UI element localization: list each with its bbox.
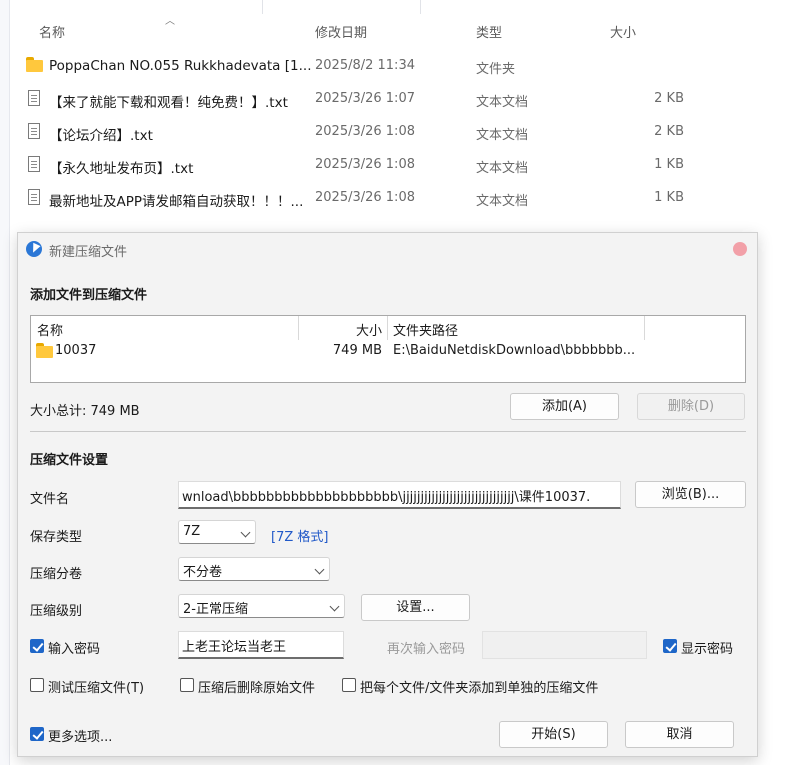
separate-archives-label[interactable]: 把每个文件/文件夹添加到单独的压缩文件 [360,677,598,696]
file-date: 2025/3/26 1:08 [315,157,415,172]
file-size: 2 KB [654,124,684,139]
save-type-value: 7Z [183,524,201,539]
text-file-icon [26,156,44,172]
file-name: 【永久地址发布页】.txt [49,161,194,177]
text-file-icon [26,189,44,205]
bandizip-app-icon [26,241,42,257]
file-date: 2025/3/26 1:07 [315,91,415,106]
navigation-pane-edge [0,0,10,765]
file-row[interactable]: PoppaChan NO.055 Rukkhadevata [1... 2025… [26,49,786,82]
delete-after-checkbox[interactable] [180,678,194,692]
level-label: 压缩级别 [30,604,83,619]
reenter-password-label: 再次输入密码 [387,642,466,657]
split-select[interactable]: 不分卷 [178,557,330,581]
delete-button[interactable]: 删除(D) [637,393,745,420]
file-date: 2025/3/26 1:08 [315,190,415,205]
sort-ascending-icon: ︿ [165,16,175,27]
show-password-label[interactable]: 显示密码 [681,638,733,657]
split-label: 压缩分卷 [30,567,83,582]
chevron-down-icon [329,601,340,612]
list-header-path[interactable]: 文件夹路径 [393,320,458,339]
total-size-label: 大小总计: 749 MB [30,404,140,419]
delete-after-label[interactable]: 压缩后删除原始文件 [198,677,315,696]
file-type: 文本文档 [476,95,529,110]
add-button[interactable]: 添加(A) [510,393,619,420]
file-type: 文本文档 [476,128,529,143]
test-archive-label[interactable]: 测试压缩文件(T) [48,677,144,696]
file-name: PoppaChan NO.055 Rukkhadevata [1... [49,58,312,74]
level-value: 2-正常压缩 [183,602,248,617]
chevron-down-icon [240,527,251,538]
close-icon[interactable] [733,242,747,256]
start-button[interactable]: 开始(S) [499,721,608,748]
file-date: 2025/3/26 1:08 [315,124,415,139]
test-archive-checkbox[interactable] [30,678,44,692]
column-header-date[interactable]: 修改日期 [315,22,367,41]
new-archive-dialog: 新建压缩文件 添加文件到压缩文件 名称 大小 文件夹路径 10037 749 M… [17,232,758,757]
separate-archives-checkbox[interactable] [342,678,356,692]
save-type-label: 保存类型 [30,530,83,545]
filename-input[interactable]: wnload\bbbbbbbbbbbbbbbbbbbb\jjjjjjjjjjjj… [178,481,621,509]
password-label[interactable]: 输入密码 [48,638,100,657]
file-type: 文本文档 [476,194,529,209]
list-item-name: 10037 [55,343,97,358]
file-size: 1 KB [654,157,684,172]
file-name: 最新地址及APP请发邮箱自动获取！！！... [49,194,304,210]
file-name: 【论坛介绍】.txt [49,128,153,144]
folder-icon [26,57,44,73]
column-header-size[interactable]: 大小 [610,22,636,41]
password-input[interactable]: 上老王论坛当老王 [178,631,344,659]
split-value: 不分卷 [183,565,223,580]
file-row[interactable]: 【论坛介绍】.txt 2025/3/26 1:08 文本文档 2 KB [26,115,786,148]
text-file-icon [26,123,44,139]
file-name: 【来了就能下载和观看！纯免费！】.txt [49,95,288,111]
archive-settings-section-title: 压缩文件设置 [30,453,109,468]
level-select[interactable]: 2-正常压缩 [178,594,345,618]
file-list[interactable]: 名称 大小 文件夹路径 10037 749 MB E:\BaiduNetdisk… [30,315,746,383]
list-item-size: 749 MB [332,343,382,358]
explorer-toolbar-strip [0,0,800,14]
dialog-title-bar[interactable]: 新建压缩文件 [18,233,757,265]
add-files-section-title: 添加文件到压缩文件 [30,288,148,303]
more-options-label[interactable]: 更多选项... [48,726,112,745]
column-header-name[interactable]: 名称 [39,22,65,41]
browse-button[interactable]: 浏览(B)... [635,481,746,508]
list-header-name[interactable]: 名称 [37,320,63,339]
dialog-title: 新建压缩文件 [49,245,128,260]
file-type: 文件夹 [476,62,516,77]
text-file-icon [26,90,44,106]
reenter-password-input[interactable] [482,631,647,659]
list-item-path: E:\BaiduNetdiskDownload\bbbbbbb... [393,343,636,358]
password-checkbox[interactable] [30,639,44,653]
level-settings-button[interactable]: 设置... [361,594,470,621]
chevron-down-icon [314,564,325,575]
filename-label: 文件名 [30,492,70,507]
file-date: 2025/8/2 11:34 [315,58,415,73]
folder-icon [36,343,54,359]
file-type: 文本文档 [476,161,529,176]
show-password-checkbox[interactable] [663,639,677,653]
file-size: 1 KB [654,190,684,205]
file-size: 2 KB [654,91,684,106]
file-row[interactable]: 最新地址及APP请发邮箱自动获取！！！... 2025/3/26 1:08 文本… [26,181,786,214]
column-header-type[interactable]: 类型 [476,22,502,41]
save-type-select[interactable]: 7Z [178,520,256,544]
section-divider [30,431,746,432]
file-row[interactable]: 【来了就能下载和观看！纯免费！】.txt 2025/3/26 1:07 文本文档… [26,82,786,115]
format-link[interactable]: [7Z 格式] [271,526,328,545]
cancel-button[interactable]: 取消 [625,721,734,748]
more-options-checkbox[interactable] [30,727,44,741]
list-header-size[interactable]: 大小 [356,320,382,339]
file-row[interactable]: 【永久地址发布页】.txt 2025/3/26 1:08 文本文档 1 KB [26,148,786,181]
